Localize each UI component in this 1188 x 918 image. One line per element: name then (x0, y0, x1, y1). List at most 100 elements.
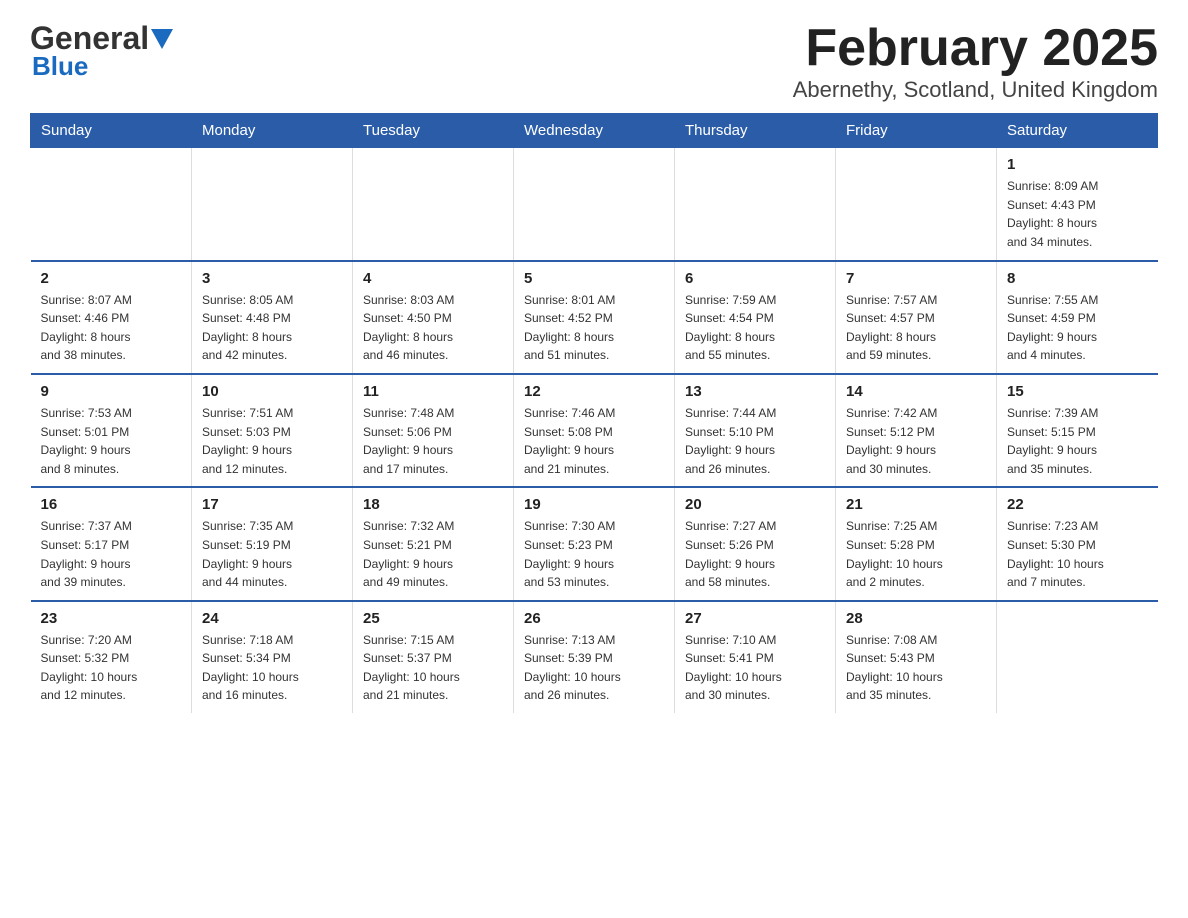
calendar-cell: 2 Sunrise: 8:07 AMSunset: 4:46 PMDaylight… (31, 261, 192, 374)
day-number: 26 (524, 610, 664, 627)
calendar-cell: 24 Sunrise: 7:18 AMSunset: 5:34 PMDayligh… (192, 601, 353, 713)
logo-blue: Blue (30, 51, 88, 82)
day-info: Sunrise: 7:55 AMSunset: 4:59 PMDaylight:… (1007, 291, 1148, 365)
calendar-cell: 11Sunrise: 7:48 AMSunset: 5:06 PMDayligh… (353, 374, 514, 487)
calendar-cell: 21Sunrise: 7:25 AMSunset: 5:28 PMDayligh… (836, 487, 997, 600)
day-number: 20 (685, 496, 825, 513)
day-number: 27 (685, 610, 825, 627)
day-number: 18 (363, 496, 503, 513)
calendar-cell: 4 Sunrise: 8:03 AMSunset: 4:50 PMDaylight… (353, 261, 514, 374)
day-info: Sunrise: 7:37 AMSunset: 5:17 PMDaylight:… (41, 517, 182, 591)
day-info: Sunrise: 7:44 AMSunset: 5:10 PMDaylight:… (685, 404, 825, 478)
day-number: 8 (1007, 270, 1148, 287)
day-number: 19 (524, 496, 664, 513)
day-info: Sunrise: 7:42 AMSunset: 5:12 PMDaylight:… (846, 404, 986, 478)
calendar-week-row: 1 Sunrise: 8:09 AMSunset: 4:43 PMDaylight… (31, 148, 1158, 261)
calendar-cell: 6 Sunrise: 7:59 AMSunset: 4:54 PMDaylight… (675, 261, 836, 374)
logo: General Blue (30, 20, 173, 82)
day-info: Sunrise: 7:57 AMSunset: 4:57 PMDaylight:… (846, 291, 986, 365)
calendar-cell: 18 Sunrise: 7:32 AMSunset: 5:21 PMDayligh… (353, 487, 514, 600)
day-info: Sunrise: 7:08 AMSunset: 5:43 PMDaylight:… (846, 631, 986, 705)
calendar-cell: 27 Sunrise: 7:10 AMSunset: 5:41 PMDayligh… (675, 601, 836, 713)
page-header: General Blue February 2025 Abernethy, Sc… (30, 20, 1158, 103)
day-info: Sunrise: 7:59 AMSunset: 4:54 PMDaylight:… (685, 291, 825, 365)
day-number: 13 (685, 383, 825, 400)
calendar-cell: 9 Sunrise: 7:53 AMSunset: 5:01 PMDaylight… (31, 374, 192, 487)
calendar-cell: 1 Sunrise: 8:09 AMSunset: 4:43 PMDaylight… (997, 148, 1158, 261)
day-number: 25 (363, 610, 503, 627)
calendar-cell (997, 601, 1158, 713)
calendar-cell: 5 Sunrise: 8:01 AMSunset: 4:52 PMDaylight… (514, 261, 675, 374)
calendar-cell: 16 Sunrise: 7:37 AMSunset: 5:17 PMDayligh… (31, 487, 192, 600)
calendar-cell: 25 Sunrise: 7:15 AMSunset: 5:37 PMDayligh… (353, 601, 514, 713)
day-number: 17 (202, 496, 342, 513)
col-wednesday: Wednesday (514, 114, 675, 148)
day-info: Sunrise: 7:18 AMSunset: 5:34 PMDaylight:… (202, 631, 342, 705)
day-info: Sunrise: 7:51 AMSunset: 5:03 PMDaylight:… (202, 404, 342, 478)
calendar-cell: 7Sunrise: 7:57 AMSunset: 4:57 PMDaylight… (836, 261, 997, 374)
day-number: 1 (1007, 156, 1148, 173)
day-info: Sunrise: 7:39 AMSunset: 5:15 PMDaylight:… (1007, 404, 1148, 478)
day-number: 16 (41, 496, 182, 513)
day-info: Sunrise: 7:32 AMSunset: 5:21 PMDaylight:… (363, 517, 503, 591)
day-number: 28 (846, 610, 986, 627)
day-info: Sunrise: 7:15 AMSunset: 5:37 PMDaylight:… (363, 631, 503, 705)
day-info: Sunrise: 7:20 AMSunset: 5:32 PMDaylight:… (41, 631, 182, 705)
calendar-header-row: Sunday Monday Tuesday Wednesday Thursday… (31, 114, 1158, 148)
calendar-cell: 12Sunrise: 7:46 AMSunset: 5:08 PMDayligh… (514, 374, 675, 487)
calendar-week-row: 23 Sunrise: 7:20 AMSunset: 5:32 PMDayligh… (31, 601, 1158, 713)
day-number: 21 (846, 496, 986, 513)
page-title: February 2025 (793, 20, 1158, 77)
calendar-cell: 15 Sunrise: 7:39 AMSunset: 5:15 PMDayligh… (997, 374, 1158, 487)
day-number: 9 (41, 383, 182, 400)
day-number: 2 (41, 270, 182, 287)
day-info: Sunrise: 7:23 AMSunset: 5:30 PMDaylight:… (1007, 517, 1148, 591)
col-saturday: Saturday (997, 114, 1158, 148)
calendar-cell: 26 Sunrise: 7:13 AMSunset: 5:39 PMDayligh… (514, 601, 675, 713)
day-number: 24 (202, 610, 342, 627)
calendar-cell: 20 Sunrise: 7:27 AMSunset: 5:26 PMDayligh… (675, 487, 836, 600)
day-number: 10 (202, 383, 342, 400)
calendar-cell: 14Sunrise: 7:42 AMSunset: 5:12 PMDayligh… (836, 374, 997, 487)
day-number: 4 (363, 270, 503, 287)
calendar-week-row: 2 Sunrise: 8:07 AMSunset: 4:46 PMDaylight… (31, 261, 1158, 374)
day-number: 5 (524, 270, 664, 287)
day-info: Sunrise: 7:10 AMSunset: 5:41 PMDaylight:… (685, 631, 825, 705)
day-info: Sunrise: 8:03 AMSunset: 4:50 PMDaylight:… (363, 291, 503, 365)
calendar-week-row: 16 Sunrise: 7:37 AMSunset: 5:17 PMDayligh… (31, 487, 1158, 600)
calendar-cell (31, 148, 192, 261)
page-subtitle: Abernethy, Scotland, United Kingdom (793, 77, 1158, 103)
calendar-cell: 17 Sunrise: 7:35 AMSunset: 5:19 PMDayligh… (192, 487, 353, 600)
calendar-cell: 3Sunrise: 8:05 AMSunset: 4:48 PMDaylight… (192, 261, 353, 374)
day-info: Sunrise: 7:30 AMSunset: 5:23 PMDaylight:… (524, 517, 664, 591)
calendar-table: Sunday Monday Tuesday Wednesday Thursday… (30, 113, 1158, 713)
day-info: Sunrise: 8:09 AMSunset: 4:43 PMDaylight:… (1007, 177, 1148, 251)
day-info: Sunrise: 7:13 AMSunset: 5:39 PMDaylight:… (524, 631, 664, 705)
day-number: 11 (363, 383, 503, 400)
day-info: Sunrise: 7:27 AMSunset: 5:26 PMDaylight:… (685, 517, 825, 591)
calendar-week-row: 9 Sunrise: 7:53 AMSunset: 5:01 PMDaylight… (31, 374, 1158, 487)
calendar-cell: 10 Sunrise: 7:51 AMSunset: 5:03 PMDayligh… (192, 374, 353, 487)
day-number: 15 (1007, 383, 1148, 400)
calendar-cell: 8 Sunrise: 7:55 AMSunset: 4:59 PMDaylight… (997, 261, 1158, 374)
col-sunday: Sunday (31, 114, 192, 148)
calendar-cell (675, 148, 836, 261)
calendar-cell (514, 148, 675, 261)
day-info: Sunrise: 8:01 AMSunset: 4:52 PMDaylight:… (524, 291, 664, 365)
calendar-cell (353, 148, 514, 261)
calendar-cell: 13 Sunrise: 7:44 AMSunset: 5:10 PMDayligh… (675, 374, 836, 487)
calendar-cell (836, 148, 997, 261)
day-number: 6 (685, 270, 825, 287)
day-number: 23 (41, 610, 182, 627)
day-info: Sunrise: 7:53 AMSunset: 5:01 PMDaylight:… (41, 404, 182, 478)
col-tuesday: Tuesday (353, 114, 514, 148)
col-thursday: Thursday (675, 114, 836, 148)
col-friday: Friday (836, 114, 997, 148)
day-info: Sunrise: 8:05 AMSunset: 4:48 PMDaylight:… (202, 291, 342, 365)
calendar-cell: 23 Sunrise: 7:20 AMSunset: 5:32 PMDayligh… (31, 601, 192, 713)
day-info: Sunrise: 8:07 AMSunset: 4:46 PMDaylight:… (41, 291, 182, 365)
calendar-cell: 28 Sunrise: 7:08 AMSunset: 5:43 PMDayligh… (836, 601, 997, 713)
day-info: Sunrise: 7:35 AMSunset: 5:19 PMDaylight:… (202, 517, 342, 591)
day-info: Sunrise: 7:46 AMSunset: 5:08 PMDaylight:… (524, 404, 664, 478)
calendar-cell (192, 148, 353, 261)
